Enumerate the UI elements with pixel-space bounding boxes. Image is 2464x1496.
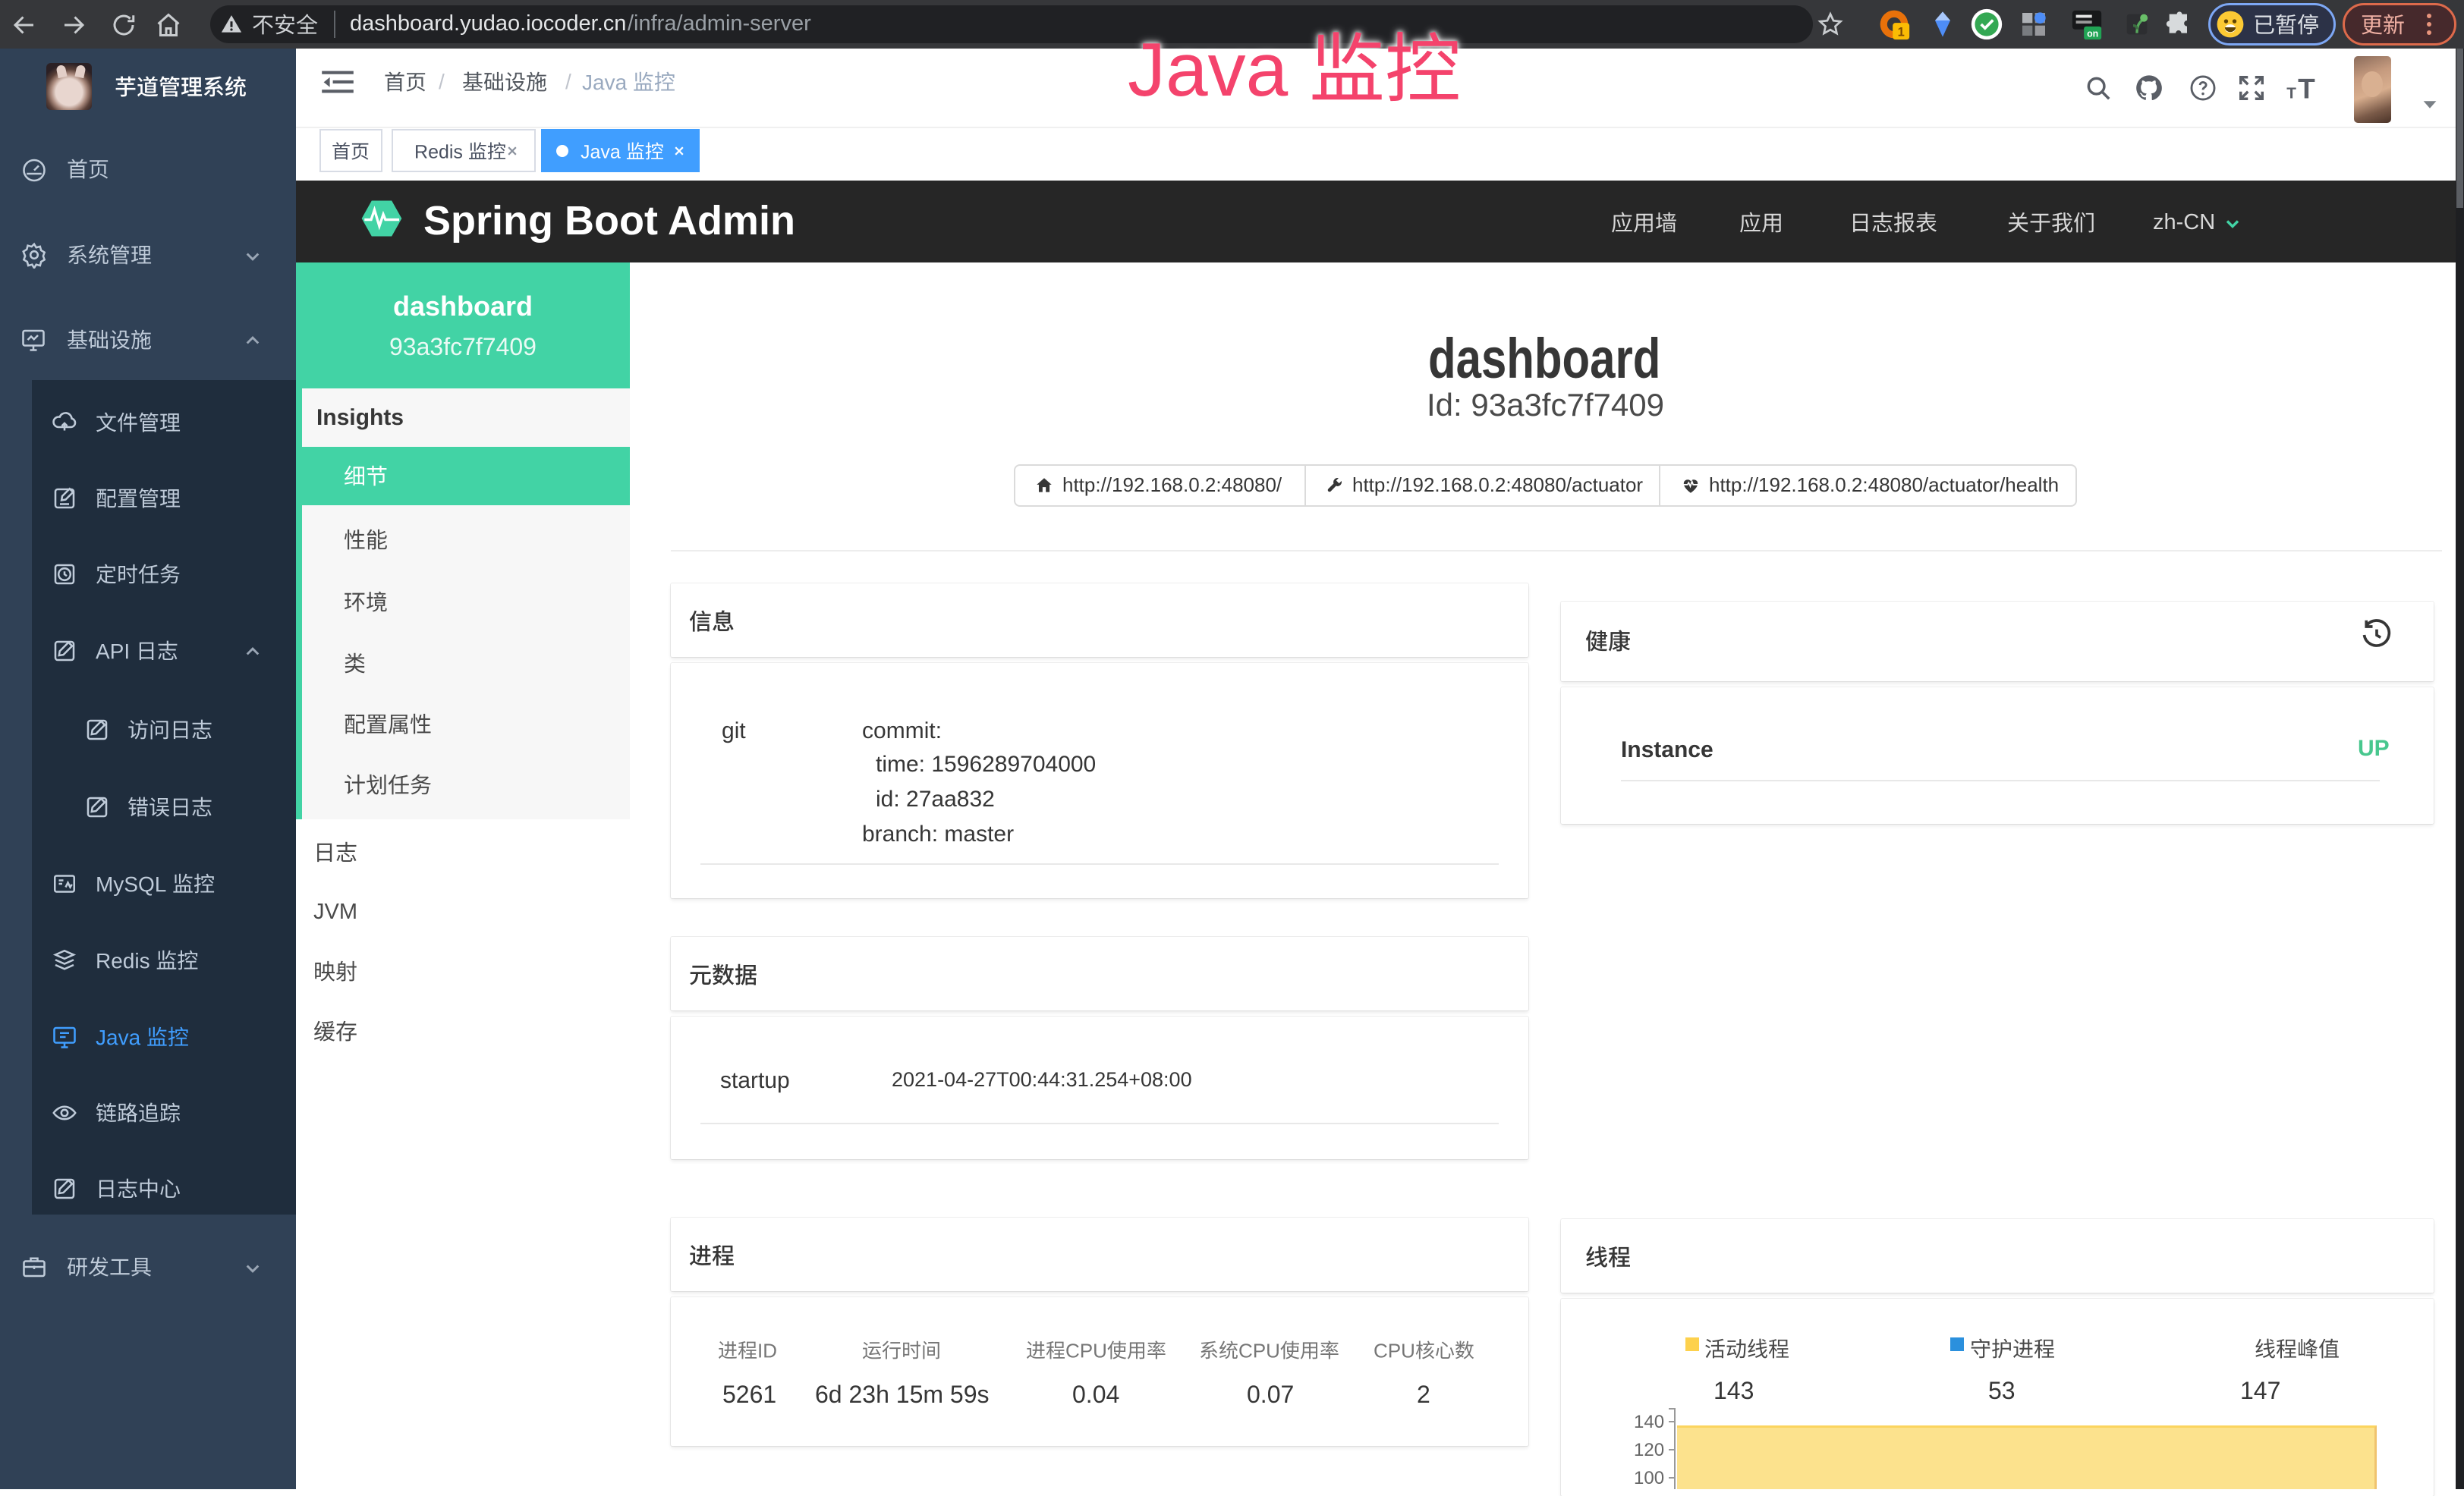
svg-text:T: T <box>2298 74 2315 104</box>
svg-text:T: T <box>2286 85 2296 102</box>
svg-text:on: on <box>2087 28 2098 39</box>
svg-text:1: 1 <box>1898 26 1905 39</box>
